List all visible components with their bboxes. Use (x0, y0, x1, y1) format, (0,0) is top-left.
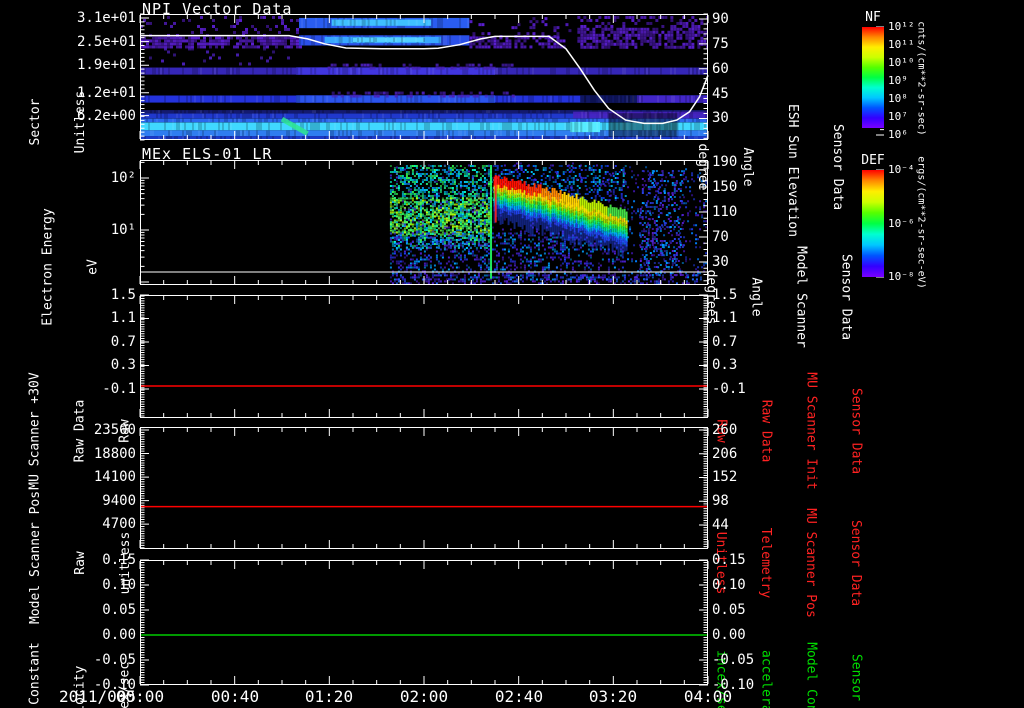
y-tick-label-right: 30 (712, 254, 729, 270)
y-tick-label-right: 0.15 (712, 552, 746, 568)
panel-border (140, 295, 708, 418)
y-tick-label-left: 1.1 (110, 310, 136, 326)
y-tick-label-left: 3.1e+01 (76, 10, 136, 26)
y-tick-label-right: 0.00 (712, 627, 746, 643)
sun-elevation-line (140, 34, 709, 125)
y-tick-label-right: 60 (712, 61, 729, 77)
panel1-right-axis-label: Sensor Data ESH Sun Elevation Angle degr… (695, 104, 845, 238)
y-tick-label-left: 0.00 (102, 627, 136, 643)
y-tick-label-right: 1.1 (712, 310, 738, 326)
y-tick-label-right: 98 (712, 493, 729, 509)
y-tick-label-left: 0.3 (110, 357, 136, 373)
panel-ticks (139, 427, 709, 549)
y-tick-label-right: 152 (712, 469, 738, 485)
x-tick-label: 02:00 (399, 687, 449, 706)
y-tick-label-left: -0.05 (93, 652, 136, 668)
x-tick-label: 00:40 (210, 687, 260, 706)
panel-ticks (139, 161, 709, 285)
y-tick-label-left: -0.1 (102, 381, 136, 397)
panel-ticks (139, 294, 709, 417)
y-tick-label-left: 18800 (93, 446, 136, 462)
y-tick-label-left: 1.2e+01 (76, 85, 136, 101)
colorbar-def (862, 170, 884, 277)
y-tick-label-left: 1.5 (110, 287, 136, 303)
colorbar-tick-label-nf: 10¹¹ (888, 38, 915, 51)
y-tick-label-left: 6.2e+00 (76, 108, 136, 124)
y-tick-label-left: 10¹ (110, 222, 136, 238)
panel1-title: NPI Vector Data (142, 0, 293, 18)
y-tick-label-right: 45 (712, 86, 729, 102)
y-tick-label-left: 23500 (93, 422, 136, 438)
y-tick-label-right: 0.3 (712, 357, 738, 373)
colorbar-tick-label-def: 10⁻⁶ (888, 217, 915, 230)
y-tick-label-right: 0.05 (712, 602, 746, 618)
panel2-right-axis-label: Sensor Data Model Scanner Angle degrees (703, 246, 854, 348)
y-tick-label-right: 70 (712, 229, 729, 245)
y-tick-label-right: 190 (712, 154, 738, 170)
y-tick-label-right: 90 (712, 11, 729, 27)
colorbar-def-title: DEF (861, 153, 885, 168)
y-tick-label-left: 0.05 (102, 602, 136, 618)
x-tick-label: 03:20 (588, 687, 638, 706)
x-tick-label: 04:00 (683, 687, 733, 706)
y-tick-label-right: 1.5 (712, 287, 738, 303)
colorbar-nf-title: NF (865, 10, 881, 25)
colorbar-tick-label-nf: 10⁶ (888, 128, 908, 141)
y-tick-label-left: 0.7 (110, 334, 136, 350)
y-tick-label-left: 10² (110, 170, 136, 186)
y-tick-label-right: 150 (712, 179, 738, 195)
y-tick-label-right: 260 (712, 422, 738, 438)
colorbar-tick-label-nf: 10⁷ (888, 110, 908, 123)
x-tick-label: 01:20 (304, 687, 354, 706)
y-tick-label-right: 0.10 (712, 577, 746, 593)
panel-border (140, 14, 708, 140)
panel-ticks (139, 13, 709, 141)
x-tick-label: 00:00 (115, 687, 165, 706)
panel-border (140, 427, 708, 549)
colorbar-tick-label-nf: 10¹² (888, 20, 915, 33)
panel-border (140, 160, 708, 285)
panel-border (140, 560, 708, 685)
colorbar-tick-label-nf: 10⁹ (888, 74, 908, 87)
y-tick-label-left: 9400 (102, 493, 136, 509)
y-tick-label-right: 206 (712, 446, 738, 462)
y-tick-label-right: 110 (712, 204, 738, 220)
colorbar-nf (862, 27, 884, 128)
colorbar-nf-unit: cnts/(cm**2-sr-sec) (915, 21, 927, 136)
colorbar-tick-label-nf: 10¹⁰ (888, 56, 915, 69)
y-tick-label-right: -0.05 (712, 652, 755, 668)
panel2-title: MEx ELS-01 LR (142, 145, 273, 163)
y-tick-label-left: 4700 (102, 516, 136, 532)
panel-ticks (139, 559, 709, 686)
y-tick-label-right: -0.1 (712, 381, 746, 397)
y-tick-label-right: 0.7 (712, 334, 738, 350)
x-tick-label: 02:40 (494, 687, 544, 706)
y-tick-label-left: 0.10 (102, 577, 136, 593)
colorbar-def-unit: ergs/(cm**2-sr-sec-eV) (915, 156, 927, 289)
colorbar-tick-label-nf: 10⁸ (888, 92, 908, 105)
y-tick-label-left: 14100 (93, 469, 136, 485)
y-tick-label-left: 2.5e+01 (76, 34, 136, 50)
colorbar-tick-label-def: 10⁻⁸ (888, 270, 915, 283)
y-tick-label-right: 44 (712, 517, 729, 533)
telemetry-plot-screen: NPI Vector Data MEx ELS-01 LR Sector Uni… (0, 0, 1024, 708)
y-tick-label-left: 1.9e+01 (76, 57, 136, 73)
y-tick-label-right: 75 (712, 36, 729, 52)
y-tick-label-left: 0.15 (102, 552, 136, 568)
y-tick-label-right: 30 (712, 110, 729, 126)
colorbar-tick-label-def: 10⁻⁴ (888, 163, 915, 176)
